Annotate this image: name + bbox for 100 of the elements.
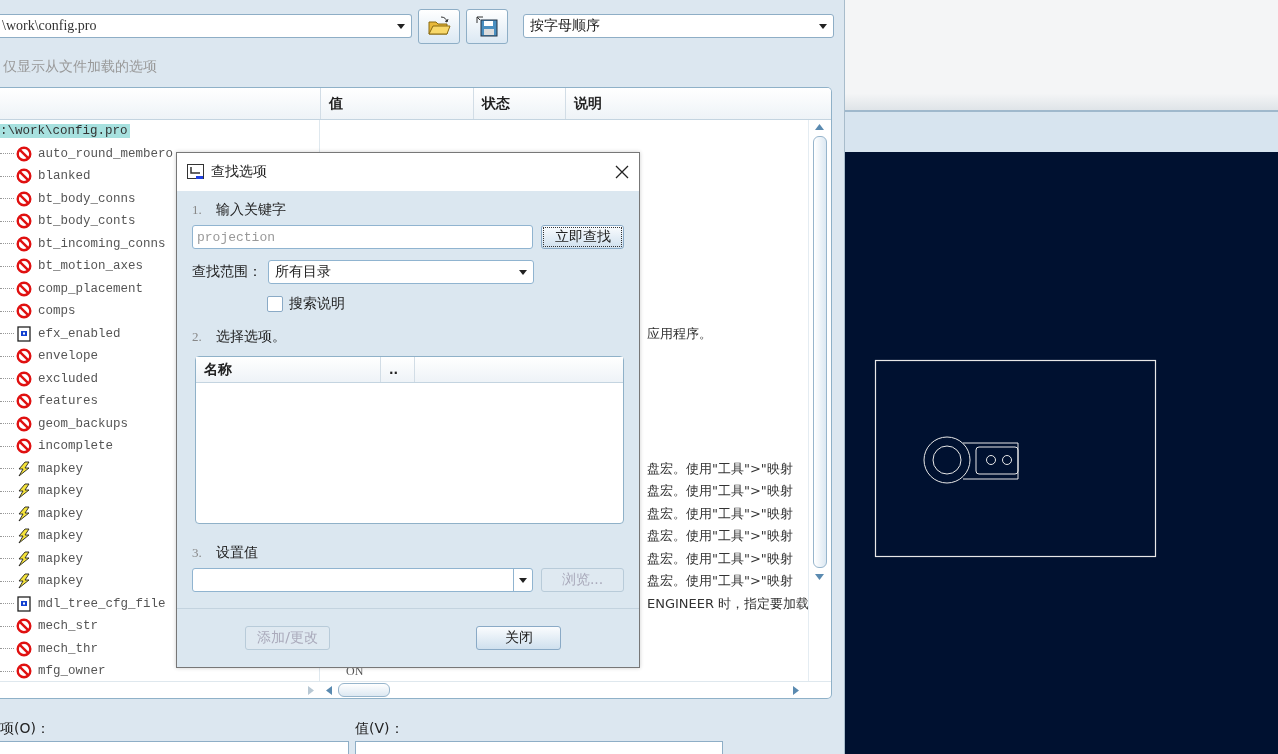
value-label: 值(V)： [355, 720, 405, 738]
sort-dropdown[interactable]: 按字母顺序 [523, 14, 834, 38]
value-combo-field[interactable] [192, 568, 534, 592]
scroll-left-arrow-icon[interactable] [326, 685, 332, 695]
prohibited-icon [16, 258, 32, 275]
option-description: 盘宏。使用"工具">"映射 [647, 550, 793, 566]
scope-label: 查找范围： [192, 263, 263, 281]
option-description: ENGINEER 时，指定要加载 [647, 595, 808, 611]
checkbox-label: 搜索说明 [289, 294, 345, 313]
option-name[interactable]: features [38, 394, 98, 409]
column-header[interactable]: 状态 [473, 88, 565, 119]
lightning-icon [16, 460, 32, 477]
step-number: 3. [192, 545, 202, 561]
caret-icon [397, 23, 405, 29]
scroll-right-arrow-icon[interactable] [308, 685, 314, 695]
option-name[interactable]: bt_incoming_conns [38, 236, 166, 251]
option-name[interactable]: mapkey [38, 461, 83, 476]
document-icon [16, 325, 32, 342]
prohibited-icon [16, 280, 32, 297]
prohibited-icon [16, 235, 32, 252]
column-header[interactable]: 说明 [565, 88, 831, 119]
vertical-scrollbar[interactable] [808, 120, 830, 681]
option-name[interactable]: mdl_tree_cfg_file [38, 596, 166, 611]
lightning-icon [16, 528, 32, 545]
option-name[interactable]: envelope [38, 349, 98, 364]
option-description: 盘宏。使用"工具">"映射 [647, 505, 793, 521]
lightning-icon [16, 573, 32, 590]
step-number: 1. [192, 202, 202, 218]
option-name[interactable]: blanked [38, 169, 91, 184]
option-name[interactable]: excluded [38, 371, 98, 386]
option-name[interactable]: comps [38, 304, 76, 319]
config-file-dropdown[interactable]: \work\config.pro [0, 14, 412, 38]
option-description: 盘宏。使用"工具">"映射 [647, 573, 793, 589]
scope-dropdown[interactable]: 所有目录 [268, 260, 534, 284]
prohibited-icon [16, 168, 32, 185]
option-input-field[interactable] [0, 741, 349, 754]
option-description: 应用程序。 [647, 325, 712, 341]
checkbox[interactable] [267, 295, 283, 312]
column-header[interactable]: 值 [320, 88, 473, 119]
scroll-up-arrow-icon[interactable] [815, 124, 824, 130]
prohibited-icon [16, 438, 32, 455]
prohibited-icon [16, 640, 32, 657]
prohibited-icon [16, 370, 32, 387]
close-icon[interactable] [615, 165, 629, 179]
option-name[interactable]: mapkey [38, 529, 83, 544]
option-description: 盘宏。使用"工具">"映射 [647, 460, 793, 476]
option-name[interactable]: mapkey [38, 574, 83, 589]
window-icon [187, 164, 205, 180]
caret-icon [519, 269, 527, 275]
document-icon [16, 595, 32, 612]
open-folder-icon [427, 16, 451, 36]
option-description: 盘宏。使用"工具">"映射 [647, 483, 793, 499]
scrollbar-thumb[interactable] [338, 683, 390, 697]
value-input-field[interactable] [355, 741, 723, 754]
lightning-icon [16, 505, 32, 522]
caret-icon [819, 23, 827, 29]
step-number: 2. [192, 329, 202, 345]
step-label: 输入关键字 [215, 201, 286, 219]
close-button[interactable]: 关闭 [476, 626, 561, 650]
column-header[interactable]: .. [380, 357, 414, 382]
prohibited-icon [16, 348, 32, 365]
search-now-button[interactable]: 立即查找 [541, 225, 624, 249]
prohibited-icon [16, 618, 32, 635]
prohibited-icon [16, 303, 32, 320]
open-folder-button[interactable] [418, 8, 460, 44]
option-name[interactable]: comp_placement [38, 281, 144, 296]
option-name[interactable]: bt_body_conns [38, 191, 136, 206]
tree-root-item[interactable]: :\work\config.pro [0, 124, 130, 139]
option-name[interactable]: mech_str [38, 619, 98, 634]
step-label: 选择选项。 [215, 328, 286, 346]
option-name[interactable]: incomplete [38, 439, 113, 454]
keyword-input-field[interactable]: projection [192, 225, 534, 249]
option-name[interactable]: mech_thr [38, 641, 98, 656]
prohibited-icon [16, 415, 32, 432]
scroll-down-arrow-icon[interactable] [815, 574, 824, 580]
prohibited-icon [16, 663, 32, 680]
option-description: 盘宏。使用"工具">"映射 [647, 528, 793, 544]
prohibited-icon [16, 145, 32, 162]
option-name[interactable]: mapkey [38, 506, 83, 521]
lightning-icon [16, 550, 32, 567]
dialog-title: 查找选项 [211, 163, 268, 181]
lightning-icon [16, 483, 32, 500]
option-name[interactable]: auto_round_membero [38, 146, 174, 161]
option-name[interactable]: geom_backups [38, 416, 128, 431]
column-header[interactable]: 名称 [196, 357, 380, 382]
save-button[interactable] [466, 8, 508, 44]
caret-icon [519, 577, 528, 583]
option-name[interactable]: bt_body_conts [38, 214, 136, 229]
prohibited-icon [16, 393, 32, 410]
prohibited-icon [16, 213, 32, 230]
option-name[interactable]: mfg_owner [38, 664, 106, 679]
scrollbar-thumb[interactable] [812, 136, 827, 568]
prohibited-icon [16, 190, 32, 207]
option-name[interactable]: efx_enabled [38, 326, 121, 341]
option-name[interactable]: bt_motion_axes [38, 259, 144, 274]
step-label: 设置值 [215, 544, 258, 562]
option-name[interactable]: mapkey [38, 551, 83, 566]
option-label: 项(O)： [0, 720, 51, 738]
option-name[interactable]: mapkey [38, 484, 83, 499]
scroll-right-arrow-icon[interactable] [793, 685, 799, 695]
